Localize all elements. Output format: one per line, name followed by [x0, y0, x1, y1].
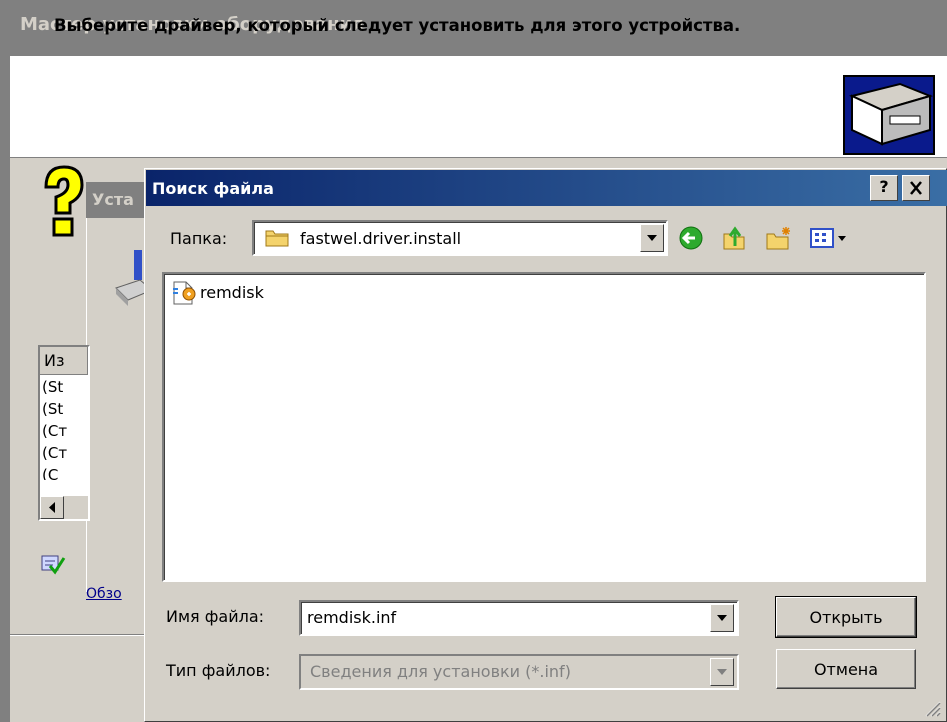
back-icon[interactable]	[676, 224, 706, 252]
setup-info-file-icon[interactable]	[170, 280, 198, 306]
close-button[interactable]	[902, 175, 930, 201]
filetype-label: Тип файлов:	[166, 661, 271, 680]
signed-driver-icon	[41, 555, 66, 575]
scroll-left-button[interactable]	[40, 496, 64, 519]
dialog-title: Поиск файла	[146, 170, 947, 206]
folder-label: Папка:	[170, 229, 228, 248]
list-item[interactable]: (St	[42, 400, 86, 422]
filetype-value: Сведения для установки (*.inf)	[310, 662, 571, 681]
new-folder-icon[interactable]	[764, 224, 794, 252]
chevron-down-icon	[717, 615, 727, 621]
wizard-header	[10, 56, 947, 158]
chevron-down-icon	[647, 235, 657, 241]
file-list[interactable]	[162, 272, 926, 582]
browse-link[interactable]: Обзо	[86, 586, 146, 606]
open-button[interactable]: Открыть	[775, 596, 917, 638]
close-icon	[910, 181, 922, 195]
cancel-button[interactable]: Отмена	[776, 649, 916, 689]
filename-label: Имя файла:	[166, 607, 265, 626]
list-item[interactable]: (С	[42, 466, 86, 480]
list-item[interactable]: (St	[42, 378, 86, 400]
filetype-dropdown-button[interactable]	[710, 658, 734, 686]
list-item[interactable]: (Ст	[42, 444, 86, 466]
hardware-drive-icon	[843, 75, 935, 155]
folder-dropdown-button[interactable]	[640, 224, 664, 252]
filename-dropdown-button[interactable]	[710, 604, 734, 632]
chevron-down-icon	[717, 669, 727, 675]
window-border	[0, 0, 10, 722]
wizard-header-text: Выберите драйвер, который следует устано…	[54, 16, 741, 35]
folder-icon	[265, 230, 289, 247]
list-column-header[interactable]: Из	[40, 347, 88, 375]
view-menu-icon[interactable]	[808, 224, 854, 252]
up-folder-icon[interactable]	[718, 224, 748, 252]
list-item[interactable]: (Ст	[42, 422, 86, 444]
help-button[interactable]: ?	[870, 175, 898, 201]
file-item-name[interactable]: remdisk	[200, 283, 264, 302]
resize-grip-icon[interactable]	[918, 694, 942, 718]
arrow-left-icon	[49, 502, 55, 513]
filename-value[interactable]: remdisk.inf	[307, 608, 396, 627]
folder-value: fastwel.driver.install	[300, 229, 462, 248]
question-mark-icon	[44, 165, 84, 237]
